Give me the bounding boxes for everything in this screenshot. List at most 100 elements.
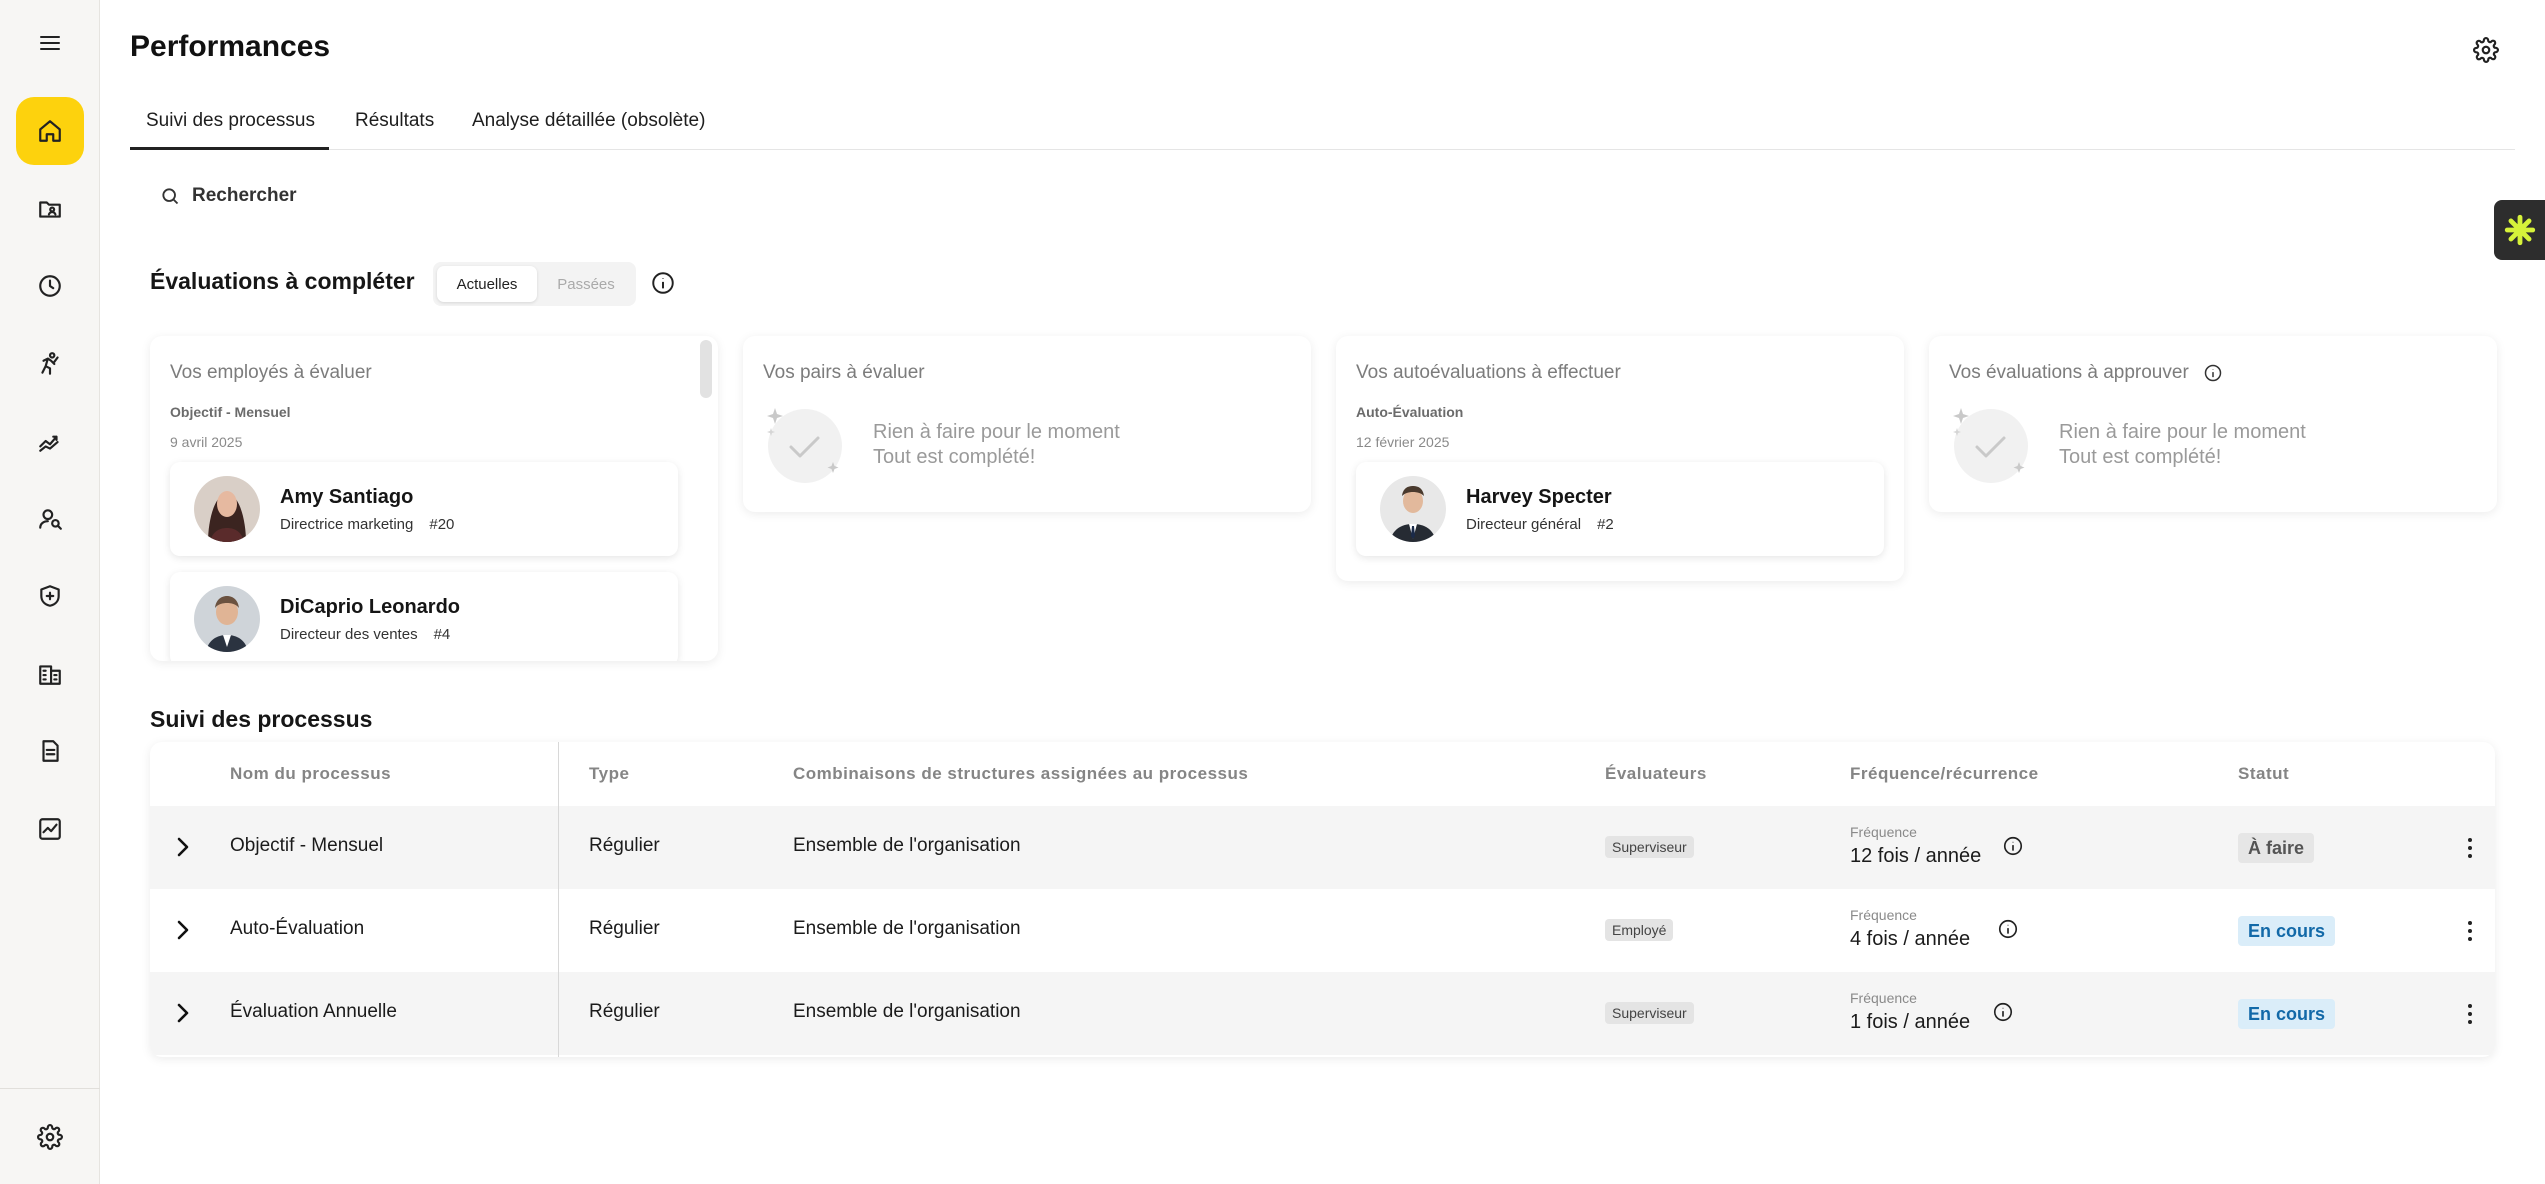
- process-structures: Ensemble de l'organisation: [793, 835, 1021, 856]
- card-title-text: Vos pairs à évaluer: [763, 362, 925, 383]
- check-sparkle-icon: [1953, 408, 2028, 483]
- chevron-right-icon[interactable]: [172, 834, 194, 860]
- sidebar-item-trends[interactable]: [16, 407, 84, 475]
- column-header-name[interactable]: Nom du processus: [230, 764, 391, 784]
- more-options-icon[interactable]: [2462, 1000, 2478, 1028]
- info-icon[interactable]: [1992, 1001, 2014, 1023]
- process-date: 12 février 2025: [1356, 434, 1450, 450]
- sidebar-item-activity[interactable]: [16, 330, 84, 398]
- evaluations-title: Évaluations à compléter: [150, 268, 415, 294]
- status-badge: En cours: [2238, 999, 2336, 1029]
- sidebar-item-history[interactable]: [16, 252, 84, 320]
- card-scrollbar[interactable]: [700, 340, 712, 398]
- gear-icon: [2473, 37, 2499, 63]
- column-header-type[interactable]: Type: [589, 764, 629, 784]
- page-title: Performances: [130, 30, 331, 63]
- search-label: Rechercher: [192, 185, 297, 206]
- card-title-text: Vos employés à évaluer: [170, 362, 372, 383]
- assistant-widget-button[interactable]: [2494, 200, 2545, 260]
- toggle-current[interactable]: Actuelles: [437, 266, 537, 302]
- process-type: Régulier: [589, 1001, 660, 1022]
- person-role: Directeur général: [1466, 516, 1582, 533]
- person-id: #4: [433, 626, 451, 643]
- empty-line: Tout est complété!: [873, 446, 1036, 468]
- person-meta: Directeur général #2: [1466, 516, 1614, 533]
- process-name: Évaluation Annuelle: [230, 1001, 397, 1022]
- frequency-label: Fréquence: [1850, 824, 1917, 840]
- home-icon: [39, 120, 61, 142]
- more-options-icon[interactable]: [2462, 917, 2478, 945]
- sidebar-item-people-search[interactable]: [16, 485, 84, 553]
- search-icon: [162, 188, 179, 205]
- process-structures: Ensemble de l'organisation: [793, 1001, 1021, 1022]
- table-header: Nom du processus Type Combinaisons de st…: [150, 742, 2495, 806]
- search-input[interactable]: Rechercher: [160, 184, 297, 208]
- empty-line: Rien à faire pour le moment: [873, 421, 1120, 443]
- status-badge: En cours: [2238, 916, 2336, 946]
- card-evaluations-to-approve: Vos évaluations à approuver Rien à faire…: [1929, 336, 2497, 512]
- process-date: 9 avril 2025: [170, 434, 243, 450]
- person-running-icon: [41, 352, 59, 375]
- more-options-icon[interactable]: [2462, 834, 2478, 862]
- table-row[interactable]: Auto-Évaluation Régulier Ensemble de l'o…: [150, 889, 2495, 972]
- card-self-evaluations: Vos autoévaluations à effectuer Auto-Éva…: [1336, 336, 1904, 581]
- person-card[interactable]: DiCaprio Leonardo Directeur des ventes #4: [170, 572, 678, 661]
- user-search-icon: [39, 509, 62, 530]
- status-badge: À faire: [2238, 833, 2315, 863]
- frequency-value: 4 fois / année: [1850, 928, 1971, 950]
- sidebar-item-documents[interactable]: [16, 717, 84, 785]
- period-toggle: Actuelles Passées: [433, 262, 636, 306]
- person-name: DiCaprio Leonardo: [280, 596, 461, 618]
- person-card[interactable]: Harvey Specter Directeur général #2: [1356, 462, 1884, 556]
- process-structures: Ensemble de l'organisation: [793, 918, 1021, 939]
- folder-user-icon: [39, 201, 61, 218]
- menu-icon[interactable]: [30, 28, 70, 58]
- process-type: Régulier: [589, 835, 660, 856]
- person-meta: Directrice marketing #20: [280, 516, 454, 533]
- chart-trend-icon: [39, 435, 59, 452]
- gear-icon: [37, 1124, 63, 1150]
- person-card[interactable]: Amy Santiago Directrice marketing #20: [170, 462, 678, 556]
- tab-suivi-des-processus[interactable]: Suivi des processus: [130, 100, 329, 150]
- toggle-past[interactable]: Passées: [539, 266, 633, 302]
- empty-text: Rien à faire pour le moment Tout est com…: [873, 420, 1120, 470]
- card-title: Vos employés à évaluer: [170, 362, 372, 384]
- column-header-frequency[interactable]: Fréquence/récurrence: [1850, 764, 2039, 784]
- clock-icon: [39, 275, 61, 297]
- settings-button[interactable]: [2470, 34, 2502, 66]
- chart-box-icon: [39, 818, 61, 840]
- column-header-structures[interactable]: Combinaisons de structures assignées au …: [793, 764, 1248, 784]
- table-row[interactable]: Objectif - Mensuel Régulier Ensemble de …: [150, 806, 2495, 889]
- card-employees-to-evaluate: Vos employés à évaluer Objectif - Mensue…: [150, 336, 718, 661]
- column-header-evaluators[interactable]: Évaluateurs: [1605, 764, 1707, 784]
- table-row[interactable]: Évaluation Annuelle Régulier Ensemble de…: [150, 972, 2495, 1055]
- sidebar-item-home[interactable]: [16, 97, 84, 165]
- frequency-label: Fréquence: [1850, 907, 1917, 923]
- sidebar-item-settings[interactable]: [16, 1103, 84, 1171]
- asterisk-icon: [2504, 214, 2535, 246]
- person-role: Directrice marketing: [280, 516, 414, 533]
- sidebar: [0, 0, 100, 1184]
- person-role: Directeur des ventes: [280, 626, 418, 643]
- info-icon[interactable]: [2002, 835, 2024, 857]
- info-icon[interactable]: [1997, 918, 2019, 940]
- info-icon[interactable]: [2203, 363, 2223, 383]
- sidebar-item-folder[interactable]: [16, 175, 84, 243]
- empty-line: Rien à faire pour le moment: [2059, 421, 2306, 443]
- tab-resultats[interactable]: Résultats: [355, 100, 434, 150]
- column-divider: [558, 742, 559, 1057]
- column-header-status[interactable]: Statut: [2238, 764, 2289, 784]
- person-id: #20: [429, 516, 455, 533]
- chevron-right-icon[interactable]: [172, 1000, 194, 1026]
- info-icon[interactable]: [650, 270, 676, 296]
- sidebar-item-security[interactable]: [16, 562, 84, 630]
- sidebar-item-organization[interactable]: [16, 640, 84, 708]
- chevron-right-icon[interactable]: [172, 917, 194, 943]
- process-tracking-title: Suivi des processus: [150, 706, 373, 732]
- tab-analyse-detaillee[interactable]: Analyse détaillée (obsolète): [472, 100, 705, 150]
- sidebar-item-reports[interactable]: [16, 795, 84, 863]
- shield-plus-icon: [40, 585, 60, 607]
- card-title: Vos évaluations à approuver: [1949, 362, 2223, 384]
- process-name: Auto-Évaluation: [230, 918, 365, 939]
- avatar: [194, 476, 260, 542]
